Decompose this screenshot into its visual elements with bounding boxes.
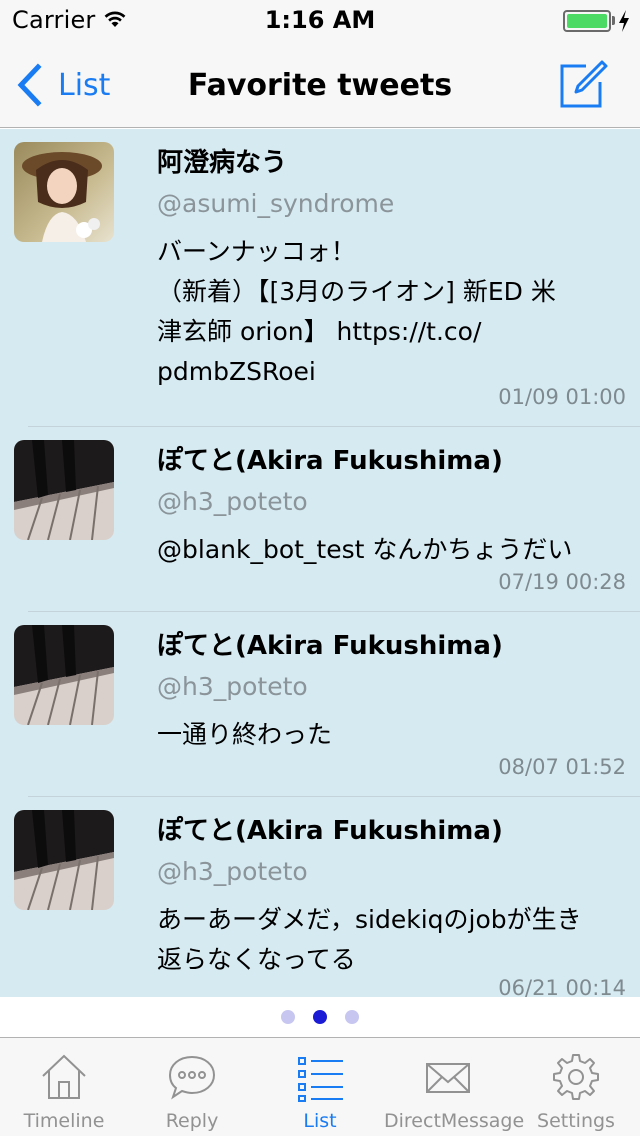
page-dot[interactable]: [281, 1010, 295, 1024]
charging-bolt-icon: [619, 10, 629, 32]
tweet-text-line: あーあーダメだ，sidekiqのjobが生き: [157, 905, 582, 934]
piano-photo-icon: [14, 625, 114, 725]
status-bar: Carrier 1:16 AM: [0, 0, 640, 40]
avatar[interactable]: [14, 625, 114, 725]
list-icon: [298, 1057, 343, 1102]
gear-icon: [553, 1054, 599, 1100]
tab-label: Reply: [165, 1110, 219, 1132]
tweet-timestamp: 01/09 01:00: [498, 385, 626, 409]
tweet-list[interactable]: 阿澄病なう @asumi_syndrome バーンナッコォ！ （新着）【[3月の…: [0, 129, 640, 997]
battery-tip: [612, 16, 615, 25]
user-name: 阿澄病なう: [157, 148, 288, 178]
avatar[interactable]: [14, 440, 114, 540]
user-name: ぽてと(Akira Fukushima): [157, 631, 503, 661]
tweet-text-line: 津玄師 orion】 https://t.co/: [157, 317, 482, 346]
tweet-text-line: （新着）【[3月のライオン] 新ED 米: [157, 277, 556, 306]
status-time: 1:16 AM: [264, 6, 376, 34]
tweet-text: @blank_bot_test なんかちょうだい: [157, 535, 573, 564]
user-handle: @asumi_syndrome: [157, 189, 395, 218]
speech-bubble-icon: [168, 1055, 216, 1100]
battery-icon: [563, 10, 611, 32]
piano-photo-icon: [14, 810, 114, 910]
avatar[interactable]: [14, 142, 114, 242]
user-name: ぽてと(Akira Fukushima): [157, 446, 503, 476]
user-handle: @h3_poteto: [157, 487, 308, 516]
page-dot[interactable]: [345, 1010, 359, 1024]
tweet-body: 阿澄病なう @asumi_syndrome バーンナッコォ！ （新着）【[3月の…: [157, 142, 626, 392]
tab-label: List: [303, 1110, 337, 1132]
user-handle: @h3_poteto: [157, 857, 308, 886]
user-handle: @h3_poteto: [157, 672, 308, 701]
tweet-cell[interactable]: ぽてと(Akira Fukushima) @h3_poteto 一通り終わった …: [0, 612, 640, 797]
page-control[interactable]: [0, 997, 640, 1037]
tweet-text-line: バーンナッコォ！: [157, 237, 356, 266]
tab-reply[interactable]: Reply: [128, 1038, 256, 1136]
page-dot-active[interactable]: [313, 1010, 327, 1024]
tweet-timestamp: 08/07 01:52: [498, 755, 626, 779]
tweet-cell[interactable]: ぽてと(Akira Fukushima) @h3_poteto あーあーダメだ，…: [0, 797, 640, 997]
tab-label: DirectMessage: [384, 1110, 525, 1132]
tweet-body: ぽてと(Akira Fukushima) @h3_poteto 一通り終わった: [157, 625, 626, 755]
compose-icon[interactable]: [556, 58, 610, 112]
page-title: Favorite tweets: [187, 68, 453, 103]
battery-level: [567, 14, 607, 28]
envelope-icon: [426, 1063, 470, 1093]
tab-bar: Timeline Reply List DirectMessage Settin…: [0, 1037, 640, 1136]
tweet-text: あーあーダメだ，sidekiqのjobが生き 返らなくなってる: [157, 900, 626, 980]
tab-list[interactable]: List: [256, 1038, 384, 1136]
tweet-body: ぽてと(Akira Fukushima) @h3_poteto @blank_b…: [157, 440, 626, 570]
tweet-body: ぽてと(Akira Fukushima) @h3_poteto あーあーダメだ，…: [157, 810, 626, 980]
user-name: ぽてと(Akira Fukushima): [157, 816, 503, 846]
tweet-text: 一通り終わった: [157, 720, 333, 749]
tab-direct-message[interactable]: DirectMessage: [384, 1038, 525, 1136]
avatar[interactable]: [14, 810, 114, 910]
navigation-bar: List Favorite tweets: [0, 40, 640, 128]
tab-settings[interactable]: Settings: [512, 1038, 640, 1136]
tweet-timestamp: 06/21 00:14: [498, 976, 626, 997]
tab-label: Timeline: [23, 1110, 105, 1132]
person-photo-icon: [14, 142, 114, 242]
tab-timeline[interactable]: Timeline: [0, 1038, 128, 1136]
home-icon: [42, 1054, 86, 1099]
tweet-timestamp: 07/19 00:28: [498, 570, 626, 594]
tweet-text: バーンナッコォ！ （新着）【[3月のライオン] 新ED 米 津玄師 orion】…: [157, 232, 626, 392]
tweet-cell[interactable]: 阿澄病なう @asumi_syndrome バーンナッコォ！ （新着）【[3月の…: [0, 129, 640, 427]
tweet-cell[interactable]: ぽてと(Akira Fukushima) @h3_poteto @blank_b…: [0, 427, 640, 612]
tab-label: Settings: [537, 1110, 615, 1132]
tweet-text-line: 返らなくなってる: [157, 945, 356, 974]
piano-photo-icon: [14, 440, 114, 540]
